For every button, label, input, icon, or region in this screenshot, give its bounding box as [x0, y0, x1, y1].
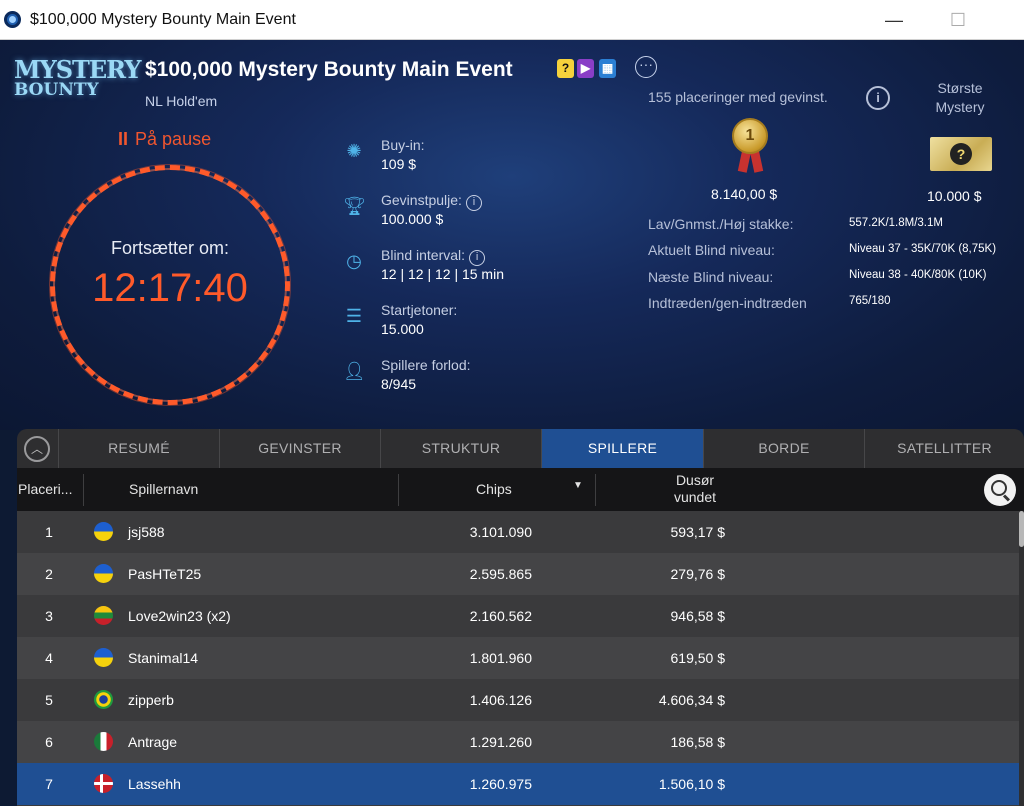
table-scrollbar[interactable] — [1019, 511, 1024, 806]
table-row[interactable]: 5 zipperb 1.406.126 4.606,34 $ — [17, 679, 1020, 721]
stack-stats-label: Lav/Gnmst./Høj stakke: — [648, 216, 794, 232]
current-blind-label: Aktuelt Blind niveau: — [648, 242, 775, 258]
ukraine-flag-icon — [94, 522, 113, 541]
video-badge-icon: ▶ — [577, 59, 594, 78]
biggest-mystery-value: 10.000 $ — [927, 188, 982, 204]
blind-interval-value: 12 | 12 | 12 | 15 min — [381, 266, 504, 282]
search-icon[interactable] — [984, 474, 1016, 506]
more-options-button[interactable]: ··· — [635, 56, 657, 78]
mystery-question-badge-icon: ? — [557, 59, 574, 78]
column-header-chips[interactable]: Chips — [476, 468, 512, 511]
next-blind-value: Niveau 38 - 40K/80K (10K) — [849, 269, 987, 281]
resume-label: Fortsætter om: — [110, 238, 230, 258]
blind-interval-label: Blind interval: — [381, 247, 466, 263]
maximize-icon[interactable]: ☐ — [944, 8, 972, 32]
players-left-value: 8/945 — [381, 376, 417, 392]
denmark-flag-icon — [94, 774, 113, 793]
pause-status: II På pause — [118, 129, 211, 150]
entries-label: Indtræden/gen-indtræden — [648, 295, 807, 311]
tab-players[interactable]: SPILLERE — [541, 429, 703, 468]
calendar-badge-icon: ▦ — [599, 59, 616, 78]
starting-chips-label: Startjetoner: — [381, 302, 458, 318]
players-left-label: Spillere forlod: — [381, 357, 471, 373]
entries-value: 765/180 — [849, 295, 891, 307]
tab-structure[interactable]: STRUKTUR — [380, 429, 541, 468]
first-prize-value: 8.140,00 $ — [711, 186, 778, 202]
current-blind-value: Niveau 37 - 35K/70K (8,75K) — [849, 243, 997, 255]
table-row[interactable]: 6 Antrage 1.291.260 186,58 $ — [17, 721, 1020, 763]
countdown-time: 12:17:40 — [92, 266, 248, 310]
event-title: $100,000 Mystery Bounty Main Event — [145, 58, 513, 81]
mexico-flag-icon — [94, 732, 113, 751]
table-row-selected[interactable]: 7 Lassehh 1.260.975 1.506,10 $ — [17, 763, 1020, 805]
tab-resume[interactable]: RESUMÉ — [58, 429, 219, 468]
ukraine-flag-icon — [94, 564, 113, 583]
column-header-name[interactable]: Spillernavn — [129, 468, 198, 511]
mystery-ticket-icon: ? — [930, 137, 992, 171]
buy-in-label: Buy-in: — [381, 137, 425, 153]
tournament-tabs: ︿ RESUMÉ GEVINSTER STRUKTUR SPILLERE BOR… — [17, 429, 1024, 468]
scrollbar-thumb[interactable] — [1019, 511, 1024, 547]
brazil-flag-icon — [94, 690, 113, 709]
mystery-bounty-logo: MYSTERY BOUNTY — [14, 55, 142, 100]
next-blind-label: Næste Blind niveau: — [648, 269, 774, 285]
sort-descending-icon[interactable]: ▼ — [573, 480, 583, 491]
paid-places-info-icon[interactable]: i — [866, 86, 890, 110]
tab-prizes[interactable]: GEVINSTER — [219, 429, 380, 468]
tournament-header: MYSTERY BOUNTY $100,000 Mystery Bounty M… — [0, 40, 1024, 430]
paid-places-text: 155 placeringer med gevinst. — [648, 89, 828, 105]
poker-chip-icon: ✺ — [346, 141, 362, 161]
table-row[interactable]: 2 PasHTeT25 2.595.865 279,76 $ — [17, 553, 1020, 595]
table-row[interactable]: 3 Love2win23 (x2) 2.160.562 946,58 $ — [17, 595, 1020, 637]
prize-pool-label: Gevinstpulje: — [381, 192, 462, 208]
tab-tables[interactable]: BORDE — [703, 429, 864, 468]
trophy-icon: 🏆︎ — [343, 196, 366, 216]
game-type: NL Hold'em — [145, 93, 218, 109]
lithuania-flag-icon — [94, 606, 113, 625]
players-table: Placeri... Spillernavn Chips ▼ Dusør vun… — [17, 468, 1024, 806]
ukraine-flag-icon — [94, 648, 113, 667]
chip-stack-icon: ☰ — [345, 306, 363, 326]
biggest-mystery-label: Største Mystery — [935, 80, 985, 115]
info-icon[interactable]: i — [465, 195, 482, 211]
prize-pool-value: 100.000 $ — [381, 211, 444, 227]
collapse-chevron-icon[interactable]: ︿ — [24, 436, 50, 462]
buy-in-value: 109 $ — [381, 156, 417, 172]
stack-stats-value: 557.2K/1.8M/3.1M — [849, 217, 943, 229]
column-header-bounty[interactable]: Dusør vundet — [650, 468, 740, 511]
player-icon: 👤︎ — [343, 361, 366, 381]
window-titlebar: $100,000 Mystery Bounty Main Event — ☐ — [0, 0, 1024, 40]
first-place-medal-icon: 1 — [730, 118, 770, 176]
window-title: $100,000 Mystery Bounty Main Event — [30, 11, 296, 28]
table-row[interactable]: 1 jsj588 3.101.090 593,17 $ — [17, 511, 1020, 553]
column-header-rank[interactable]: Placeri... — [18, 468, 72, 511]
tab-satellites[interactable]: SATELLITTER — [864, 429, 1024, 468]
close-icon[interactable] — [998, 8, 1024, 32]
info-icon[interactable]: i — [469, 250, 486, 266]
pause-status-label: På pause — [135, 129, 212, 149]
table-header: Placeri... Spillernavn Chips ▼ Dusør vun… — [17, 468, 1024, 511]
starting-chips-value: 15.000 — [381, 321, 424, 337]
app-icon — [4, 11, 21, 28]
clock-icon: ◷ — [346, 251, 362, 271]
table-row[interactable]: 4 Stanimal14 1.801.960 619,50 $ — [17, 637, 1020, 679]
pause-icon: II — [118, 129, 129, 149]
minimize-icon[interactable]: — — [880, 8, 908, 32]
